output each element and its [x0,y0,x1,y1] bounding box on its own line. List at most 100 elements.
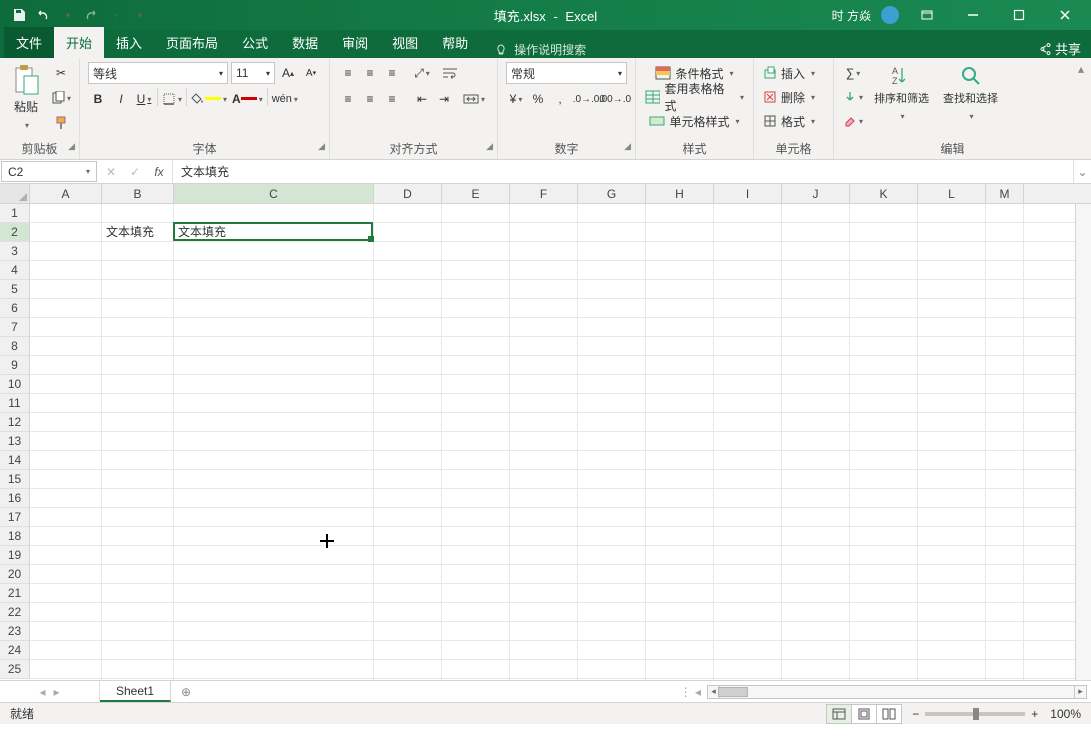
select-all-corner[interactable] [0,184,30,203]
row-header-13[interactable]: 13 [0,432,30,451]
page-break-view-icon[interactable] [876,704,902,724]
row-header-15[interactable]: 15 [0,470,30,489]
alignment-dialog-launcher[interactable]: ◢ [486,141,493,152]
orientation-icon[interactable]: ⤢ [412,62,432,84]
row-header-25[interactable]: 25 [0,660,30,679]
merge-center-icon[interactable] [462,88,486,110]
font-size-select[interactable]: 11▾ [231,62,275,84]
number-format-select[interactable]: 常规▾ [506,62,627,84]
format-painter-icon[interactable] [50,112,72,134]
align-right-icon[interactable]: ≡ [382,88,402,110]
normal-view-icon[interactable] [826,704,852,724]
row-header-17[interactable]: 17 [0,508,30,527]
column-header-I[interactable]: I [714,184,782,203]
column-header-B[interactable]: B [102,184,174,203]
formula-input[interactable]: 文本填充 [173,160,1073,183]
autosum-icon[interactable]: ∑ [842,62,864,84]
enter-icon[interactable]: ✓ [126,165,144,179]
tab-file[interactable]: 文件 [4,27,54,58]
align-top-icon[interactable]: ≡ [338,62,358,84]
sheet-nav[interactable]: ◂▸ [0,681,100,702]
column-header-G[interactable]: G [578,184,646,203]
column-header-M[interactable]: M [986,184,1024,203]
redo-dropdown[interactable] [104,4,126,26]
name-box[interactable]: C2▾ [1,161,97,182]
sort-filter-button[interactable]: AZ 排序和筛选 [870,62,933,124]
row-header-10[interactable]: 10 [0,375,30,394]
undo-icon[interactable] [32,4,54,26]
column-header-L[interactable]: L [918,184,986,203]
border-button[interactable] [161,88,183,110]
zoom-level[interactable]: 100% [1050,707,1081,721]
add-sheet-button[interactable]: ⊕ [171,681,201,702]
fx-icon[interactable]: fx [150,165,168,179]
column-header-E[interactable]: E [442,184,510,203]
minimize-icon[interactable] [955,0,991,30]
row-header-7[interactable]: 7 [0,318,30,337]
page-layout-view-icon[interactable] [851,704,877,724]
clipboard-dialog-launcher[interactable]: ◢ [68,141,75,152]
cut-icon[interactable]: ✂ [50,62,72,84]
copy-icon[interactable] [50,87,72,109]
font-dialog-launcher[interactable]: ◢ [318,141,325,152]
tab-data[interactable]: 数据 [280,27,330,58]
italic-button[interactable]: I [111,88,131,110]
align-bottom-icon[interactable]: ≡ [382,62,402,84]
decrease-font-icon[interactable]: A▾ [301,62,321,84]
row-header-20[interactable]: 20 [0,565,30,584]
decrease-decimal-icon[interactable]: .00→.0 [603,88,627,110]
cancel-icon[interactable]: ✕ [102,165,120,179]
sheet-tab-sheet1[interactable]: Sheet1 [100,681,171,702]
row-header-6[interactable]: 6 [0,299,30,318]
increase-indent-icon[interactable]: ⇥ [434,88,454,110]
insert-cells-button[interactable]: 插入 [762,62,816,84]
font-color-button[interactable]: A [231,88,264,110]
column-header-C[interactable]: C [174,184,374,203]
row-header-2[interactable]: 2 [0,223,30,242]
column-header-A[interactable]: A [30,184,102,203]
row-header-5[interactable]: 5 [0,280,30,299]
save-icon[interactable] [8,4,30,26]
align-left-icon[interactable]: ≡ [338,88,358,110]
paste-dropdown[interactable] [23,117,29,131]
row-header-19[interactable]: 19 [0,546,30,565]
tab-help[interactable]: 帮助 [430,27,480,58]
horizontal-scrollbar[interactable]: ◂▸ [707,685,1087,699]
redo-icon[interactable] [80,4,102,26]
row-header-3[interactable]: 3 [0,242,30,261]
undo-dropdown[interactable] [56,4,78,26]
row-header-23[interactable]: 23 [0,622,30,641]
tab-home[interactable]: 开始 [54,27,104,58]
column-header-D[interactable]: D [374,184,442,203]
cells-area[interactable]: 文本填充文本填充 [30,204,1075,680]
zoom-in-button[interactable]: + [1031,707,1038,721]
increase-font-icon[interactable]: A▴ [278,62,298,84]
fill-icon[interactable] [842,86,864,108]
increase-decimal-icon[interactable]: .0→.00 [577,88,601,110]
share-button[interactable]: 共享 [1037,39,1081,58]
tab-formulas[interactable]: 公式 [230,27,280,58]
tell-me-search[interactable]: 操作说明搜索 [480,41,586,58]
format-cells-button[interactable]: 格式 [762,110,816,132]
tab-view[interactable]: 视图 [380,27,430,58]
column-header-F[interactable]: F [510,184,578,203]
column-header-K[interactable]: K [850,184,918,203]
zoom-out-button[interactable]: − [912,707,919,721]
clear-icon[interactable] [842,110,864,132]
qat-customize-dropdown[interactable] [128,4,150,26]
fill-color-button[interactable] [190,88,228,110]
row-header-1[interactable]: 1 [0,204,30,223]
comma-format-icon[interactable]: , [550,88,570,110]
column-header-H[interactable]: H [646,184,714,203]
align-center-icon[interactable]: ≡ [360,88,380,110]
row-header-24[interactable]: 24 [0,641,30,660]
percent-format-icon[interactable]: % [528,88,548,110]
cell-styles-button[interactable]: 单元格样式 [644,110,745,132]
row-header-22[interactable]: 22 [0,603,30,622]
zoom-slider[interactable] [925,712,1025,716]
maximize-icon[interactable] [1001,0,1037,30]
expand-formula-bar-icon[interactable]: ⌄ [1073,160,1091,183]
close-icon[interactable] [1047,0,1083,30]
align-middle-icon[interactable]: ≡ [360,62,380,84]
row-header-11[interactable]: 11 [0,394,30,413]
